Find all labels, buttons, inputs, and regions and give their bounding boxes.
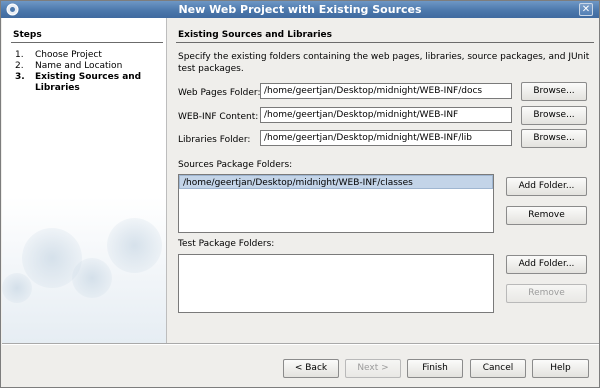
libraries-field[interactable] [260, 130, 512, 146]
remove-test-folder-button[interactable]: Remove [506, 284, 587, 303]
section-divider [176, 42, 594, 43]
decorative-bokeh [107, 218, 162, 273]
sources-folders-label: Sources Package Folders: [178, 160, 293, 170]
web-inf-label: WEB-INF Content: [178, 112, 259, 122]
web-pages-label: Web Pages Folder: [178, 88, 261, 98]
step-item: 2. Name and Location [15, 61, 163, 72]
decorative-bokeh [72, 258, 112, 298]
add-source-folder-button[interactable]: Add Folder... [506, 177, 587, 196]
step-number: 2. [15, 61, 24, 71]
test-folders-list[interactable] [178, 254, 494, 313]
step-number: 3. [15, 72, 25, 82]
steps-title: Steps [13, 30, 42, 40]
sources-folders-list[interactable]: /home/geertjan/Desktop/midnight/WEB-INF/… [178, 174, 494, 233]
steps-panel: Steps 1. Choose Project 2. Name and Loca… [2, 18, 167, 343]
back-button[interactable]: < Back [283, 359, 339, 378]
steps-divider [11, 42, 163, 43]
web-inf-field[interactable] [260, 107, 512, 123]
libraries-label: Libraries Folder: [178, 135, 251, 145]
window-title: New Web Project with Existing Sources [178, 3, 422, 16]
section-title: Existing Sources and Libraries [178, 30, 333, 40]
step-label: Existing Sources and Libraries [35, 72, 142, 93]
next-button[interactable]: Next > [345, 359, 401, 378]
cancel-button[interactable]: Cancel [470, 359, 526, 378]
test-folders-label: Test Package Folders: [178, 239, 275, 249]
remove-source-folder-button[interactable]: Remove [506, 206, 587, 225]
main-panel: Existing Sources and Libraries Specify t… [167, 18, 599, 343]
browse-web-inf-button[interactable]: Browse... [521, 106, 587, 125]
step-label: Name and Location [35, 61, 123, 71]
description-text: Specify the existing folders containing … [178, 52, 590, 74]
close-icon[interactable]: ✕ [579, 3, 593, 16]
add-test-folder-button[interactable]: Add Folder... [506, 255, 587, 274]
step-item-current: 3. Existing Sources and Libraries [15, 72, 163, 94]
browse-web-pages-button[interactable]: Browse... [521, 82, 587, 101]
dialog-window: New Web Project with Existing Sources ✕ … [0, 0, 600, 388]
title-bar[interactable]: New Web Project with Existing Sources ✕ [1, 1, 599, 18]
finish-button[interactable]: Finish [407, 359, 463, 378]
list-item-selected[interactable]: /home/geertjan/Desktop/midnight/WEB-INF/… [179, 175, 493, 189]
web-pages-field[interactable] [260, 83, 512, 99]
help-button[interactable]: Help [532, 359, 589, 378]
browse-libraries-button[interactable]: Browse... [521, 129, 587, 148]
footer-divider-highlight [2, 344, 599, 345]
step-item: 1. Choose Project [15, 50, 163, 61]
step-label: Choose Project [35, 50, 102, 60]
decorative-bokeh [2, 273, 32, 303]
steps-list: 1. Choose Project 2. Name and Location 3… [15, 50, 163, 94]
step-number: 1. [15, 50, 24, 60]
